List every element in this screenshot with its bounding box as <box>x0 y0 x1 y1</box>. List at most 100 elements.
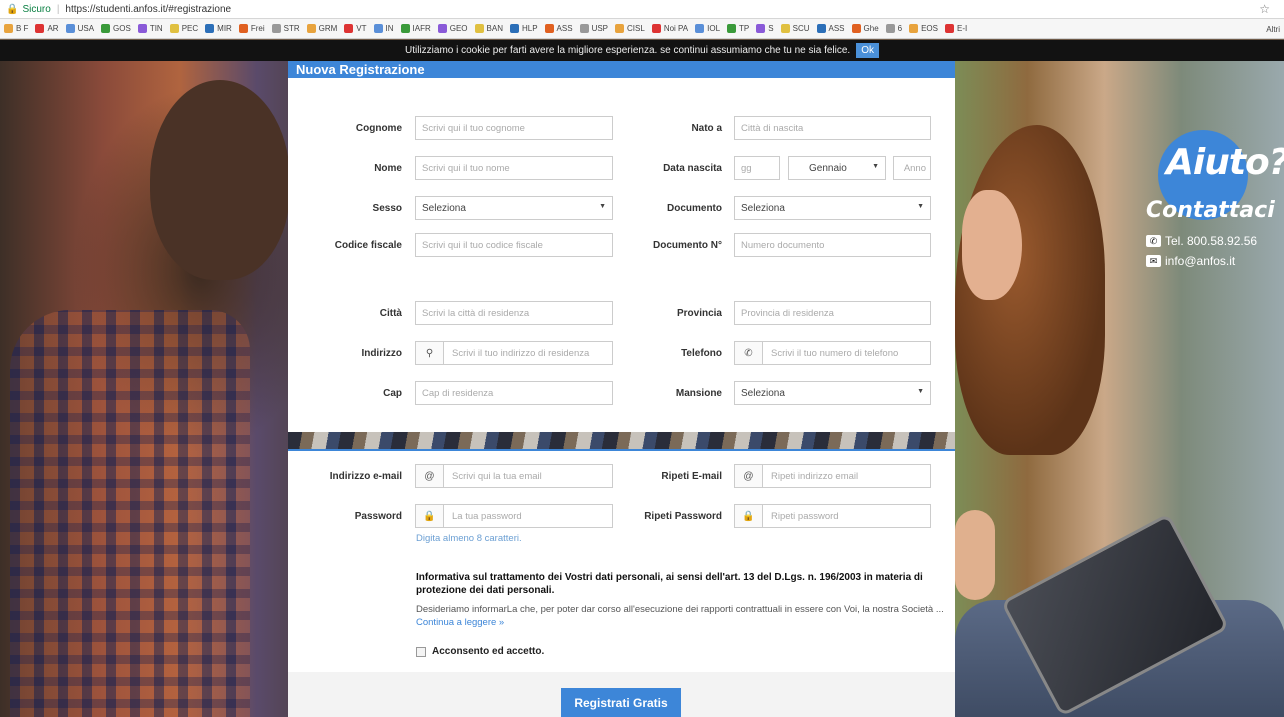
bookmark-item[interactable]: Frei <box>238 24 265 33</box>
bookmark-item[interactable]: GRM <box>306 24 337 33</box>
bookmark-label: B F <box>16 24 29 33</box>
telefono-input[interactable]: ✆ Scrivi il tuo numero di telefono <box>734 341 931 365</box>
contact-email[interactable]: ✉ info@anfos.it <box>1146 254 1235 268</box>
bookmark-item[interactable]: S <box>756 24 774 33</box>
bookmark-item[interactable]: E-I <box>945 24 967 33</box>
panel-title: Nuova Registrazione <box>288 61 955 78</box>
cognome-input[interactable]: Scrivi qui il tuo cognome <box>415 116 613 140</box>
bookmarks-more[interactable]: Altri <box>1258 19 1284 38</box>
nato-a-input[interactable]: Città di nascita <box>734 116 931 140</box>
consent-checkbox-row[interactable]: Acconsento ed accetto. <box>416 646 544 657</box>
email-label: Indirizzo e-mail <box>329 471 402 482</box>
url-text[interactable]: https://studenti.anfos.it/#registrazione <box>65 4 231 15</box>
indirizzo-input[interactable]: ⚲ Scrivi il tuo indirizzo di residenza <box>415 341 613 365</box>
bookmark-item[interactable]: Ghe <box>851 24 879 33</box>
bookmark-favicon-icon <box>65 24 75 33</box>
password-hint: Digita almeno 8 caratteri. <box>416 533 522 544</box>
bookmark-label: Frei <box>250 24 265 33</box>
documento-n-input[interactable]: Numero documento <box>734 233 931 257</box>
register-button[interactable]: Registrati Gratis <box>561 688 681 717</box>
data-nascita-label: Data nascita <box>663 163 722 174</box>
bookmark-label: CISL <box>627 24 645 33</box>
bookmark-favicon-icon <box>909 24 919 33</box>
bookmark-item[interactable]: IAFR <box>400 24 431 33</box>
bookmark-item[interactable]: 6 <box>885 24 902 33</box>
bookmark-item[interactable]: AR <box>35 24 59 33</box>
bookmark-item[interactable]: USA <box>65 24 94 33</box>
nome-input[interactable]: Scrivi qui il tuo nome <box>415 156 613 180</box>
bookmark-item[interactable]: IN <box>373 24 394 33</box>
password-label: Password <box>354 511 402 522</box>
bookmark-label: Noi PA <box>663 24 689 33</box>
giorno-input[interactable]: gg <box>734 156 780 180</box>
contact-title: Contattaci <box>1146 198 1275 223</box>
bookmark-favicon-icon <box>238 24 248 33</box>
mansione-select[interactable]: Seleziona ▼ <box>734 381 931 405</box>
bookmark-item[interactable]: CISL <box>615 24 645 33</box>
bookmark-favicon-icon <box>437 24 447 33</box>
bookmark-label: TP <box>739 24 750 33</box>
bookmark-item[interactable]: TP <box>727 24 749 33</box>
bookmark-item[interactable]: EOS <box>909 24 938 33</box>
bookmark-item[interactable]: STR <box>271 24 300 33</box>
privacy-title: Informativa sul trattamento dei Vostri d… <box>416 572 923 596</box>
map-pin-icon: ⚲ <box>416 342 444 364</box>
ripeti-password-input[interactable]: 🔒 Ripeti password <box>734 504 931 528</box>
lock-icon: 🔒 <box>6 3 19 15</box>
bookmark-item[interactable]: VT <box>344 24 367 33</box>
bookmark-favicon-icon <box>101 24 111 33</box>
cap-input[interactable]: Cap di residenza <box>415 381 613 405</box>
bookmark-item[interactable]: SCU <box>780 24 810 33</box>
privacy-body: Desideriamo informarLa che, per poter da… <box>416 604 944 615</box>
sesso-select[interactable]: Seleziona ▼ <box>415 196 613 220</box>
bookmark-label: GOS <box>113 24 131 33</box>
bookmark-item[interactable]: IOL <box>695 24 720 33</box>
bookmark-item[interactable]: GOS <box>101 24 131 33</box>
bookmark-item[interactable]: HLP <box>509 24 538 33</box>
anno-input[interactable]: Anno <box>893 156 931 180</box>
bookmark-item[interactable]: Noi PA <box>651 24 689 33</box>
bookmark-item[interactable]: PEC <box>169 24 198 33</box>
cookie-ok-button[interactable]: Ok <box>856 43 879 58</box>
secure-label: Sicuro <box>22 3 51 15</box>
bookmark-item[interactable]: ASS <box>816 24 845 33</box>
consent-checkbox[interactable] <box>416 646 426 657</box>
cookie-bar: Utilizziamo i cookie per farti avere la … <box>0 40 1284 61</box>
documento-label: Documento <box>667 203 722 214</box>
email-input[interactable]: @ Scrivi qui la tua email <box>415 464 613 488</box>
address-bar[interactable]: 🔒 Sicuro | https://studenti.anfos.it/#re… <box>0 0 1284 19</box>
bookmark-item[interactable]: TIN <box>137 24 163 33</box>
bookmark-item[interactable]: ASS <box>544 24 573 33</box>
bookmark-star-icon[interactable]: ☆ <box>1259 2 1270 16</box>
email-placeholder: Scrivi qui la tua email <box>452 470 542 482</box>
bookmark-label: Ghe <box>863 24 879 33</box>
codice-fiscale-input[interactable]: Scrivi qui il tuo codice fiscale <box>415 233 613 257</box>
chevron-down-icon: ▼ <box>917 388 924 395</box>
bookmark-item[interactable]: MIR <box>205 24 232 33</box>
bookmark-favicon-icon <box>945 24 954 33</box>
bookmark-item[interactable]: USP <box>579 24 608 33</box>
contact-phone[interactable]: ✆ Tel. 800.58.92.56 <box>1146 234 1257 248</box>
bookmark-item[interactable]: BAN <box>474 24 503 33</box>
help-title[interactable]: Aiuto? <box>1166 142 1284 183</box>
mese-select[interactable]: Gennaio ▼ <box>788 156 886 180</box>
citta-input[interactable]: Scrivi la città di residenza <box>415 301 613 325</box>
documento-value: Seleziona <box>741 202 785 214</box>
bookmark-label: IN <box>385 24 394 33</box>
password-input[interactable]: 🔒 La tua password <box>415 504 613 528</box>
bookmark-favicon-icon <box>885 24 895 33</box>
documento-n-label: Documento N° <box>653 240 722 251</box>
provincia-input[interactable]: Provincia di residenza <box>734 301 931 325</box>
ripeti-email-input[interactable]: @ Ripeti indirizzo email <box>734 464 931 488</box>
bookmark-label: AR <box>47 24 59 33</box>
bookmark-favicon-icon <box>756 24 766 33</box>
bookmark-favicon-icon <box>35 24 45 33</box>
bookmark-item[interactable]: GEO <box>437 24 468 33</box>
bookmark-item[interactable]: B F <box>4 24 28 33</box>
documento-select[interactable]: Seleziona ▼ <box>734 196 931 220</box>
bookmark-label: TIN <box>149 24 163 33</box>
privacy-read-more-link[interactable]: Continua a leggere » <box>416 617 504 628</box>
password-placeholder: La tua password <box>452 510 522 522</box>
privacy-text: Desideriamo informarLa che, per poter da… <box>416 603 946 629</box>
chevron-down-icon: ▼ <box>917 203 924 210</box>
